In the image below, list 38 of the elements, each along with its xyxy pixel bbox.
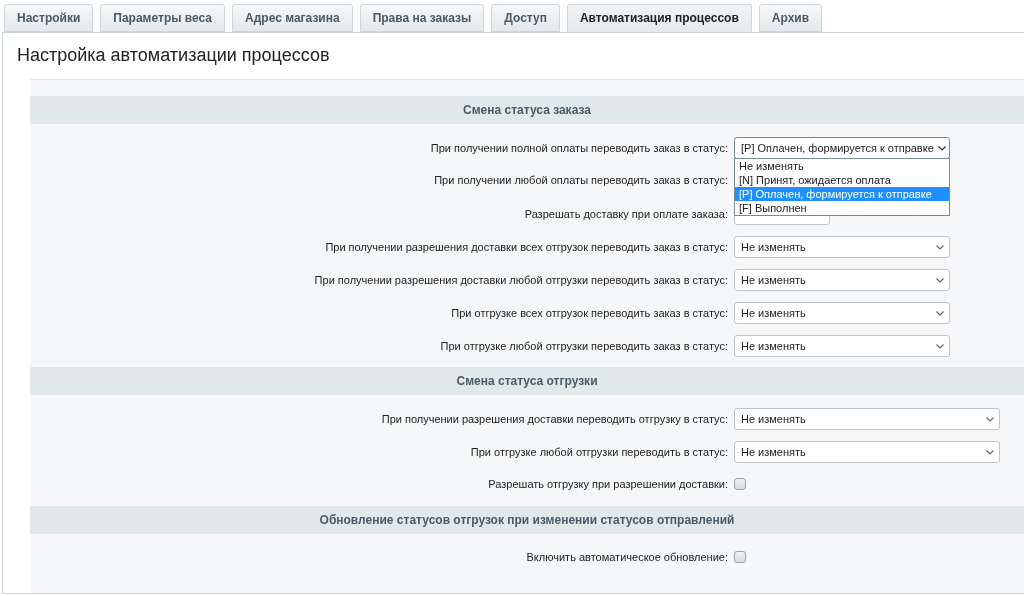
- section-heading: Смена статуса заказа: [30, 96, 1024, 124]
- field-label: При получении разрешения доставки всех отгрузок переводить заказ в статус:: [324, 241, 729, 253]
- status-select[interactable]: Не изменять: [734, 236, 950, 258]
- status-select[interactable]: Не изменять: [734, 408, 1000, 430]
- field-label: При отгрузке любой отгрузки переводить заказ в статус:: [439, 340, 729, 352]
- status-select[interactable]: Не изменять: [734, 441, 1000, 463]
- tab[interactable]: Автоматизация процессов: [566, 4, 752, 32]
- status-select[interactable]: [P] Оплачен, формируется к отправке: [734, 137, 950, 159]
- tab[interactable]: Доступ: [491, 4, 560, 32]
- status-select[interactable]: Не изменять: [734, 269, 950, 291]
- status-select[interactable]: Не изменять: [734, 335, 950, 357]
- field-label: Разрешать доставку при оплате заказа:: [523, 208, 729, 220]
- tab[interactable]: Адрес магазина: [232, 4, 353, 32]
- checkbox[interactable]: [734, 478, 746, 490]
- caret-icon: [937, 145, 946, 151]
- tab[interactable]: Архив: [758, 4, 823, 32]
- caret-icon: [986, 416, 994, 422]
- field-label: При отгрузке всех отгрузок переводить заказ в статус:: [450, 307, 729, 319]
- caret-icon: [936, 277, 944, 283]
- field-label: При получении разрешения доставки любой отгрузки переводить заказ в статус:: [313, 274, 729, 286]
- field-label: Разрешать отгрузку при разрешении доставки:: [487, 478, 729, 490]
- tab[interactable]: Параметры веса: [100, 4, 226, 32]
- caret-icon: [986, 449, 994, 455]
- section-heading: Смена статуса отгрузки: [30, 367, 1024, 395]
- field-label: При получении полной оплаты переводить заказ в статус:: [429, 142, 729, 154]
- tab[interactable]: Настройки: [4, 4, 94, 32]
- field-label: При получении разрешения доставки переводить отгрузку в статус:: [380, 413, 729, 425]
- caret-icon: [936, 310, 944, 316]
- field-label: Включить автоматическое обновление:: [525, 551, 729, 563]
- caret-icon: [936, 244, 944, 250]
- field-label: При получении любой оплаты переводить заказ в статус:: [433, 174, 729, 186]
- caret-icon: [936, 343, 944, 349]
- page-title: Настройка автоматизации процессов: [16, 44, 331, 67]
- section-heading: Обновление статусов отгрузок при изменении статусов отправлений: [30, 506, 1024, 534]
- tab[interactable]: Права на заказы: [359, 4, 485, 32]
- status-select[interactable]: Не изменять: [734, 302, 950, 324]
- checkbox[interactable]: [734, 551, 746, 563]
- field-label: При отгрузке любой отгрузки переводить в статус:: [469, 446, 729, 458]
